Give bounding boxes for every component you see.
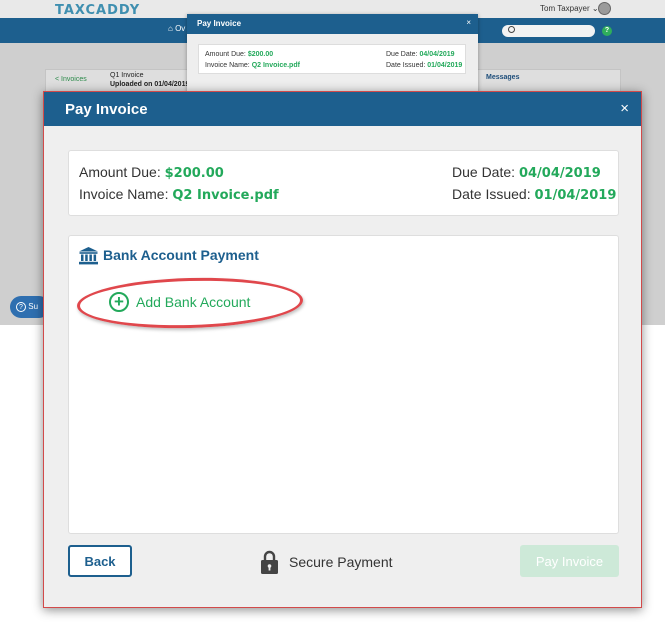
add-bank-account-label: Add Bank Account (136, 294, 251, 310)
amount-due: Amount Due: $200.00 (79, 164, 224, 181)
plus-circle-icon: + (109, 292, 129, 312)
date-issued: Date Issued: 01/04/2019 (452, 186, 616, 203)
invoice-name: Invoice Name: Q2 Invoice.pdf (205, 62, 300, 69)
avatar[interactable] (598, 2, 611, 15)
invoices-link[interactable]: < Invoices (55, 76, 87, 83)
bank-payment-card: Bank Account Payment + Add Bank Account (68, 235, 619, 534)
screen: TAXCADDY Tom Taxpayer ⌄ ⌂ Ov ? < Invoice… (0, 0, 665, 624)
add-bank-account-button[interactable]: + Add Bank Account (109, 291, 250, 313)
invoice-name-value: Q2 Invoice.pdf (172, 188, 279, 203)
home-icon: ⌂ (168, 24, 173, 33)
date-issued-label: Date Issued: (452, 186, 531, 202)
amount-due: Amount Due: $200.00 (205, 51, 273, 58)
pay-invoice-modal: Pay Invoice × Amount Due: $200.00 Invoic… (43, 91, 642, 608)
question-icon: ? (16, 301, 26, 312)
due-date-value: 04/04/2019 (518, 166, 601, 181)
date-issued-value: 01/04/2019 (427, 62, 463, 69)
amount-due-label: Amount Due: (79, 164, 161, 180)
date-issued-label: Date Issued: (386, 62, 426, 69)
tab-messages[interactable]: Messages (486, 74, 519, 81)
invoice-summary-card: Amount Due: $200.00 Invoice Name: Q2 Inv… (68, 150, 619, 216)
due-date-label: Due Date: (386, 51, 418, 58)
invoice-name-label: Invoice Name: (205, 62, 250, 69)
invoice-name: Invoice Name: Q2 Invoice.pdf (79, 186, 279, 203)
close-icon[interactable]: × (466, 18, 471, 27)
nav-item-label: Ov (175, 24, 186, 33)
background-modal-header: Pay Invoice × (187, 14, 478, 34)
close-icon[interactable]: × (620, 101, 629, 116)
pay-invoice-button[interactable]: Pay Invoice (520, 545, 619, 577)
amount-due-value: $200.00 (164, 166, 224, 181)
lock-icon (261, 550, 278, 574)
due-date-value: 04/04/2019 (419, 51, 455, 58)
back-button[interactable]: Back (68, 545, 132, 577)
bank-icon (79, 247, 98, 265)
invoice-title: Q1 Invoice (110, 72, 144, 79)
date-issued: Date Issued: 01/04/2019 (386, 62, 462, 69)
modal-header: Pay Invoice × (44, 92, 641, 126)
due-date: Due Date: 04/04/2019 (386, 51, 455, 58)
invoice-name-value: Q2 Invoice.pdf (251, 62, 300, 69)
app-logo: TAXCADDY (55, 3, 141, 18)
background-modal-title: Pay Invoice (197, 19, 242, 28)
due-date: Due Date: 04/04/2019 (452, 164, 601, 181)
user-name: Tom Taxpayer (540, 4, 590, 13)
invoice-name-label: Invoice Name: (79, 186, 169, 202)
help-icon[interactable]: ? (602, 26, 612, 36)
support-label: Su (28, 302, 39, 311)
modal-title: Pay Invoice (65, 101, 148, 118)
amount-due-label: Amount Due: (205, 51, 246, 58)
nav-item-overview[interactable]: ⌂ Ov (168, 24, 185, 33)
secure-payment-label: Secure Payment (289, 554, 393, 570)
user-menu[interactable]: Tom Taxpayer ⌄ (540, 4, 599, 13)
search-icon (508, 26, 515, 33)
search-input[interactable] (502, 25, 595, 37)
section-title: Bank Account Payment (103, 247, 259, 263)
date-issued-value: 01/04/2019 (534, 188, 617, 203)
due-date-label: Due Date: (452, 164, 516, 180)
background-invoice-summary: Amount Due: $200.00 Invoice Name: Q2 Inv… (198, 44, 466, 74)
amount-due-value: $200.00 (247, 51, 274, 58)
invoice-upload-date: Uploaded on 01/04/2019 (110, 81, 190, 88)
secure-payment-indicator: Secure Payment (261, 548, 393, 576)
background-pay-invoice-modal: Pay Invoice × Amount Due: $200.00 Invoic… (187, 14, 478, 94)
